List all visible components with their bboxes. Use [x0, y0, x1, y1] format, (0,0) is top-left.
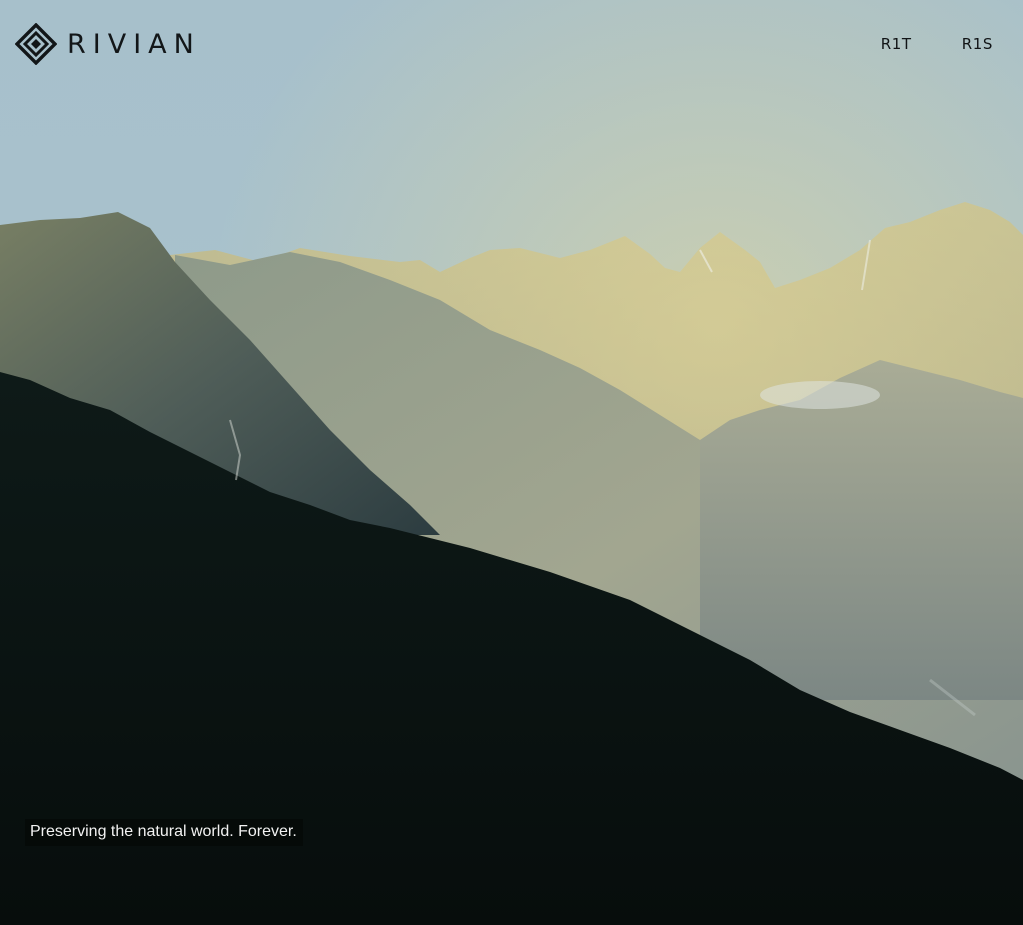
- brand-wordmark: RIVIAN: [67, 28, 201, 60]
- nav-link-r1s[interactable]: R1S: [962, 35, 993, 53]
- primary-nav: R1T R1S: [881, 35, 993, 53]
- rivian-compass-icon: [15, 23, 57, 65]
- hero-caption: Preserving the natural world. Forever.: [25, 819, 303, 846]
- hero-mountain-image: [0, 0, 1023, 925]
- site-header: RIVIAN R1T R1S: [0, 0, 1023, 90]
- brand-logo-link[interactable]: RIVIAN: [15, 22, 201, 66]
- page: RIVIAN R1T R1S Preserving the natural wo…: [0, 0, 1023, 925]
- nav-link-r1t[interactable]: R1T: [881, 35, 912, 53]
